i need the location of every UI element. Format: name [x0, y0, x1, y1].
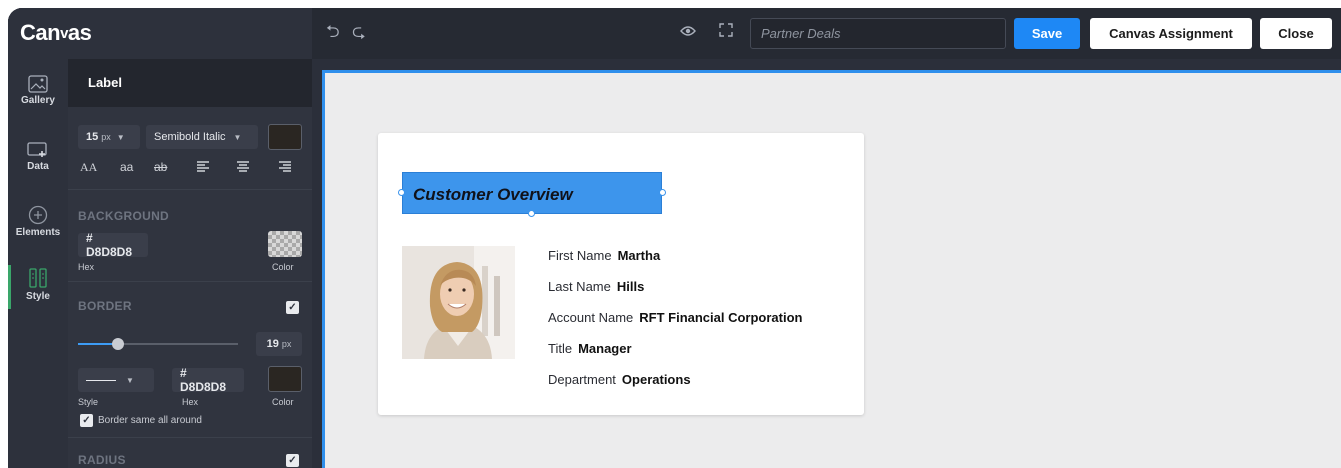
border-width-input[interactable]: 19 px: [256, 332, 302, 356]
chevron-down-icon: ▼: [233, 132, 242, 142]
align-right-icon[interactable]: [278, 161, 292, 173]
data-icon: [27, 142, 47, 157]
field-account-name: Account Name RFT Financial Corporation: [548, 310, 803, 325]
eye-icon[interactable]: [680, 22, 696, 42]
app-window: Canvas ⮌ ⮎ Save Canvas Assignment Close …: [8, 8, 1341, 468]
rail-item-data[interactable]: Data: [8, 141, 68, 172]
top-toolbar: Canvas ⮌ ⮎ Save Canvas Assignment Close: [8, 8, 1341, 59]
border-enabled-checkbox[interactable]: ✓: [286, 301, 299, 314]
panel-title: Label: [88, 75, 122, 90]
radius-enabled-checkbox[interactable]: ✓: [286, 454, 299, 467]
canvas-logo: Canvas: [20, 20, 92, 45]
side-rail: Gallery Data Elements Style: [8, 59, 68, 468]
design-canvas[interactable]: Customer Overview First Name Martha Last…: [322, 70, 1341, 468]
canvas-name-input[interactable]: [750, 18, 1006, 49]
panel-header: Label: [68, 59, 312, 107]
background-hex-input[interactable]: # D8D8D8: [78, 231, 148, 259]
border-color-swatch[interactable]: [268, 366, 302, 392]
rail-item-elements[interactable]: Elements: [8, 205, 68, 238]
slider-thumb[interactable]: [112, 338, 124, 350]
chevron-down-icon: ▼: [116, 132, 125, 142]
style-panel: Label 15 px ▼ Semibold Italic ▼ AA aa ab…: [68, 59, 312, 468]
brand-area: Canvas: [8, 8, 312, 59]
font-color-swatch[interactable]: [268, 124, 302, 150]
gallery-icon: [28, 75, 48, 93]
radius-section-title: RADIUS: [78, 453, 126, 467]
border-section-title: BORDER: [78, 299, 132, 313]
uppercase-button[interactable]: AA: [80, 160, 97, 175]
lowercase-button[interactable]: aa: [120, 160, 133, 174]
save-button[interactable]: Save: [1014, 18, 1080, 49]
field-last-name: Last Name Hills: [548, 279, 645, 294]
align-left-icon[interactable]: [196, 161, 210, 173]
selected-label-element[interactable]: Customer Overview: [402, 172, 662, 214]
expand-icon[interactable]: [718, 22, 734, 43]
customer-photo: [402, 246, 515, 359]
strikethrough-button[interactable]: ab: [154, 160, 167, 174]
canvas-assignment-button[interactable]: Canvas Assignment: [1090, 18, 1252, 49]
background-color-swatch[interactable]: [268, 231, 302, 257]
field-department: Department Operations: [548, 372, 691, 387]
elements-icon: [28, 205, 48, 225]
card-heading: Customer Overview: [413, 185, 573, 204]
rail-item-style[interactable]: Style: [8, 267, 68, 302]
field-title: Title Manager: [548, 341, 632, 356]
align-center-icon[interactable]: [236, 161, 250, 173]
font-style-select[interactable]: Semibold Italic ▼: [146, 125, 258, 149]
redo-icon[interactable]: ⮎: [352, 22, 366, 42]
close-button[interactable]: Close: [1260, 18, 1332, 49]
resize-handle-right[interactable]: [659, 189, 666, 196]
resize-handle-left[interactable]: [398, 189, 405, 196]
border-style-select[interactable]: ▼: [78, 368, 154, 392]
solid-line-icon: [86, 379, 116, 381]
undo-icon[interactable]: ⮌: [326, 22, 340, 42]
font-size-select[interactable]: 15 px ▼: [78, 125, 140, 149]
divider: [68, 437, 312, 438]
divider: [68, 189, 312, 190]
resize-handle-bottom[interactable]: [528, 210, 535, 217]
rail-item-gallery[interactable]: Gallery: [8, 75, 68, 106]
style-icon: [29, 268, 47, 288]
border-hex-input[interactable]: # D8D8D8: [172, 366, 244, 394]
customer-card[interactable]: Customer Overview First Name Martha Last…: [378, 133, 864, 415]
chevron-down-icon: ▼: [126, 375, 134, 385]
field-first-name: First Name Martha: [548, 248, 661, 263]
background-section-title: BACKGROUND: [78, 209, 169, 223]
divider: [68, 281, 312, 282]
border-width-slider[interactable]: [78, 338, 238, 350]
border-same-checkbox[interactable]: ✓: [80, 414, 93, 427]
